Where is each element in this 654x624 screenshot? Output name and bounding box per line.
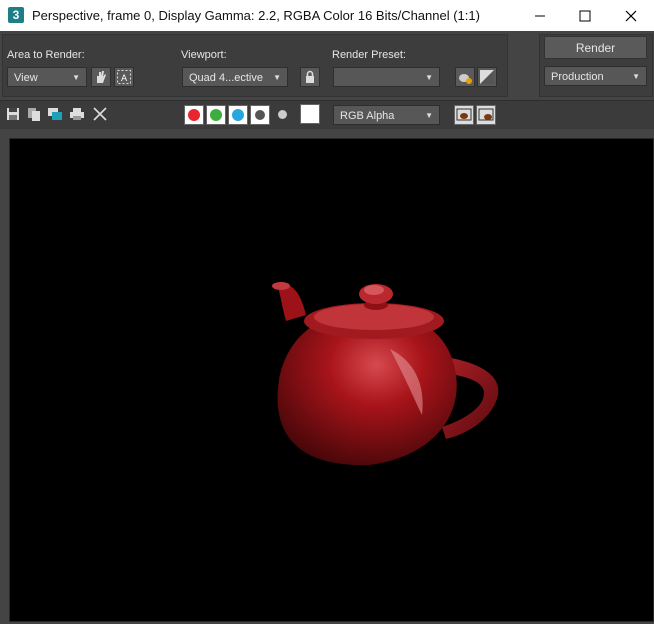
copy-icon [28,108,40,121]
chevron-down-icon: ▼ [425,73,433,82]
swatch-color[interactable] [300,104,320,124]
save-icon [7,108,19,120]
lock-icon [306,70,314,83]
render-mode-dropdown[interactable]: Production ▼ [544,66,647,86]
frame-buffer-toolbar: RGB Alpha ▼ [0,100,654,129]
red-channel-icon [188,109,200,121]
render-preset-dropdown[interactable]: ▼ [333,67,440,87]
maximize-icon [579,10,591,21]
display-channel-dropdown[interactable]: RGB Alpha ▼ [333,105,440,125]
alpha-channel-toggle[interactable] [250,105,270,125]
blue-channel-toggle[interactable] [228,105,248,125]
minimize-button[interactable] [517,0,563,31]
area-to-render-dropdown[interactable]: View ▼ [7,67,87,87]
area-to-render-label: Area to Render: [7,49,85,61]
render-setup-button[interactable] [455,67,475,87]
area-to-render-value: View [14,72,38,84]
alpha-channel-icon [253,108,267,122]
viewport-label: Viewport: [181,49,227,61]
printer-icon [70,108,84,120]
render-mode-value: Production [551,71,604,83]
teapot-render [272,282,499,466]
hand-icon [97,71,106,83]
toggle-ui-icon [478,108,494,121]
copy-image-button[interactable] [25,105,43,123]
maximize-button[interactable] [562,0,608,31]
clone-window-button[interactable] [46,105,64,123]
chevron-down-icon: ▼ [72,73,80,82]
render-preset-label: Render Preset: [332,49,406,61]
auto-region-button[interactable]: A [114,67,134,87]
green-channel-toggle[interactable] [206,105,226,125]
overlay-icon [456,108,472,121]
clear-image-button[interactable] [91,105,109,123]
save-image-button[interactable] [4,105,22,123]
minimize-icon [535,15,545,16]
close-icon [93,107,107,121]
blue-channel-icon [232,109,244,121]
render-settings-toolbar: Area to Render: View ▼ A Viewport: Quad … [0,31,654,99]
environment-effects-button[interactable] [477,67,497,87]
chevron-down-icon: ▼ [273,73,281,82]
toggle-ui-overlay-button[interactable] [454,105,474,125]
teapot-gear-icon [459,74,472,84]
chevron-down-icon: ▼ [425,111,433,120]
rendered-image-area[interactable] [9,138,654,622]
viewport-value: Quad 4...ective [189,72,263,84]
viewport-dropdown[interactable]: Quad 4...ective ▼ [182,67,288,87]
window-title: Perspective, frame 0, Display Gamma: 2.2… [32,8,480,23]
lock-viewport-button[interactable] [300,67,320,87]
edit-region-button[interactable] [91,67,111,87]
clone-window-icon [48,108,62,120]
svg-text:A: A [121,74,128,84]
app-icon: 3 [8,7,24,23]
toggle-ui-button[interactable] [476,105,496,125]
render-frame-window: 3 Perspective, frame 0, Display Gamma: 2… [0,0,654,623]
display-channel-value: RGB Alpha [340,110,395,122]
title-bar: 3 Perspective, frame 0, Display Gamma: 2… [0,0,654,31]
monochrome-toggle[interactable] [273,105,291,123]
green-channel-icon [210,109,222,121]
auto-region-icon: A [117,70,131,84]
chevron-down-icon: ▼ [632,72,640,81]
close-button[interactable] [608,0,654,31]
close-icon [625,10,637,21]
red-channel-toggle[interactable] [184,105,204,125]
monochrome-icon [277,109,287,119]
environment-icon [480,70,494,84]
print-image-button[interactable] [68,105,86,123]
render-button[interactable]: Render [544,36,647,59]
